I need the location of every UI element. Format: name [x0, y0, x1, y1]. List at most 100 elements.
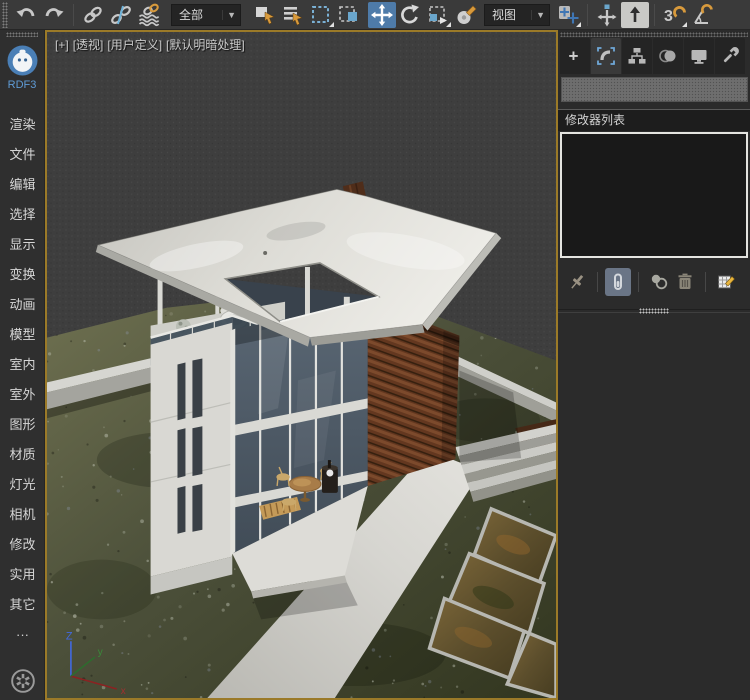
- sidebar-item-camera[interactable]: 相机: [0, 500, 45, 530]
- sidebar-item-exterior[interactable]: 室外: [0, 380, 45, 410]
- create-plus-icon: +: [565, 46, 585, 66]
- stack-toolbar: [558, 267, 750, 297]
- make-unique-button[interactable]: [646, 268, 672, 296]
- tower-wall: [151, 323, 233, 595]
- unlink-icon: [109, 3, 133, 27]
- snap-3-glyph: 3: [664, 8, 673, 25]
- sidebar-item-shape[interactable]: 图形: [0, 410, 45, 440]
- tab-create[interactable]: +: [560, 38, 590, 74]
- viewport-user-menu[interactable]: [用户定义]: [107, 38, 162, 52]
- select-and-place-button[interactable]: [452, 2, 480, 28]
- remove-modifier-button[interactable]: [672, 268, 698, 296]
- tab-display[interactable]: [684, 38, 714, 74]
- sidebar-item-edit[interactable]: 编辑: [0, 170, 45, 200]
- rdf3-logo-icon[interactable]: [7, 45, 38, 76]
- toolbar-drag-grip[interactable]: [2, 2, 8, 28]
- manipulate-icon: [595, 3, 619, 27]
- select-link-button[interactable]: [79, 2, 107, 28]
- command-panel-grip[interactable]: [560, 32, 748, 37]
- flyout-corner: [329, 22, 334, 27]
- pin-stack-button[interactable]: [564, 268, 590, 296]
- angle-snap-icon: [690, 3, 714, 27]
- redo-icon: [42, 3, 66, 27]
- modify-icon: [596, 46, 616, 66]
- sidebar-item-display[interactable]: 显示: [0, 230, 45, 260]
- snap-3d-toggle-button[interactable]: 3: [660, 2, 688, 28]
- axis-z-label: Z: [66, 630, 73, 642]
- undo-button[interactable]: [12, 2, 40, 28]
- bind-spacewarp-icon: [137, 3, 161, 27]
- splitter-grip-dots: [639, 308, 669, 314]
- select-place-icon: [454, 3, 478, 27]
- show-end-result-icon: [607, 271, 629, 293]
- configure-modifier-sets-button[interactable]: [713, 268, 739, 296]
- sidebar-item-modify[interactable]: 修改: [0, 530, 45, 560]
- viewport-label: [+] [透视][用户定义] [默认明暗处理]: [55, 36, 249, 53]
- modifier-list-dropdown[interactable]: 修改器列表: [558, 109, 750, 131]
- select-object-button[interactable]: [251, 2, 279, 28]
- selection-filter-value: 全部: [179, 6, 214, 23]
- sidebar-item-animation[interactable]: 动画: [0, 290, 45, 320]
- sidebar-item-other[interactable]: 其它: [0, 590, 45, 620]
- sidebar-item-material[interactable]: 材质: [0, 440, 45, 470]
- command-panel: +: [558, 30, 750, 700]
- selection-region-dropdown-button[interactable]: [307, 2, 335, 28]
- viewport-shading-menu[interactable]: [默认明暗处理]: [166, 38, 245, 52]
- flyout-corner: [682, 22, 687, 27]
- move-icon: [370, 3, 394, 27]
- flyout-corner: [576, 22, 581, 27]
- viewport-pov-menu[interactable]: [透视]: [73, 38, 104, 52]
- settings-gear-icon[interactable]: [10, 668, 36, 694]
- redo-button[interactable]: [40, 2, 68, 28]
- tab-hierarchy[interactable]: [622, 38, 652, 74]
- make-unique-icon: [648, 271, 670, 293]
- show-end-result-button[interactable]: [605, 268, 631, 296]
- select-by-name-button[interactable]: [279, 2, 307, 28]
- svg-text:+: +: [569, 47, 579, 66]
- tab-utilities[interactable]: [715, 38, 745, 74]
- select-and-manipulate-button[interactable]: [593, 2, 621, 28]
- select-and-move-button[interactable]: [368, 2, 396, 28]
- sidebar-item-select[interactable]: 选择: [0, 200, 45, 230]
- sidebar-item-more[interactable]: ···: [0, 620, 45, 650]
- axis-y-label: y: [98, 647, 103, 658]
- sidebar-item-interior[interactable]: 室内: [0, 350, 45, 380]
- sidebar-logo-label: RDF3: [0, 79, 44, 91]
- perspective-viewport[interactable]: Z x y [+] [透视][用户定义] [默认明暗处理]: [45, 30, 558, 700]
- main-toolbar: 全部 ▼ 视图 ▼: [0, 0, 750, 30]
- select-by-name-icon: [281, 3, 305, 27]
- stack-toolbar-separator: [705, 272, 706, 292]
- undo-icon: [14, 3, 38, 27]
- rotate-icon: [398, 3, 422, 27]
- configure-sets-icon: [715, 271, 737, 293]
- tab-motion[interactable]: [653, 38, 683, 74]
- sidebar-item-utility[interactable]: 实用: [0, 560, 45, 590]
- panel-splitter[interactable]: [558, 309, 750, 313]
- select-and-scale-button[interactable]: [424, 2, 452, 28]
- sidebar-item-model[interactable]: 模型: [0, 320, 45, 350]
- trash-icon: [674, 271, 696, 293]
- selection-filter-dropdown[interactable]: 全部 ▼: [171, 4, 241, 26]
- sidebar-item-render[interactable]: 渲染: [0, 110, 45, 140]
- hierarchy-icon: [627, 46, 647, 66]
- command-panel-tabs: +: [560, 38, 750, 74]
- left-sidebar: RDF3 渲染文件编辑选择显示变换动画模型室内室外图形材质灯光相机修改实用其它·…: [0, 30, 45, 700]
- sidebar-item-file[interactable]: 文件: [0, 140, 45, 170]
- use-pivot-center-button[interactable]: [554, 2, 582, 28]
- sidebar-item-light[interactable]: 灯光: [0, 470, 45, 500]
- sidebar-item-transform[interactable]: 变换: [0, 260, 45, 290]
- window-crossing-toggle-button[interactable]: [335, 2, 363, 28]
- sidebar-drag-grip[interactable]: [6, 32, 38, 37]
- select-and-rotate-button[interactable]: [396, 2, 424, 28]
- unlink-selection-button[interactable]: [107, 2, 135, 28]
- object-name-field[interactable]: [561, 77, 748, 102]
- bind-to-spacewarp-button[interactable]: [135, 2, 163, 28]
- scene-3d: Z x y: [47, 32, 556, 698]
- angle-snap-toggle-button[interactable]: [688, 2, 716, 28]
- toolbar-separator: [654, 4, 655, 26]
- tab-modify[interactable]: [591, 38, 621, 74]
- reference-coordinate-dropdown[interactable]: 视图 ▼: [484, 4, 550, 26]
- viewport-plus-menu[interactable]: [+]: [55, 38, 69, 52]
- keyboard-override-toggle-button[interactable]: [621, 2, 649, 28]
- modifier-stack-list[interactable]: [560, 132, 748, 258]
